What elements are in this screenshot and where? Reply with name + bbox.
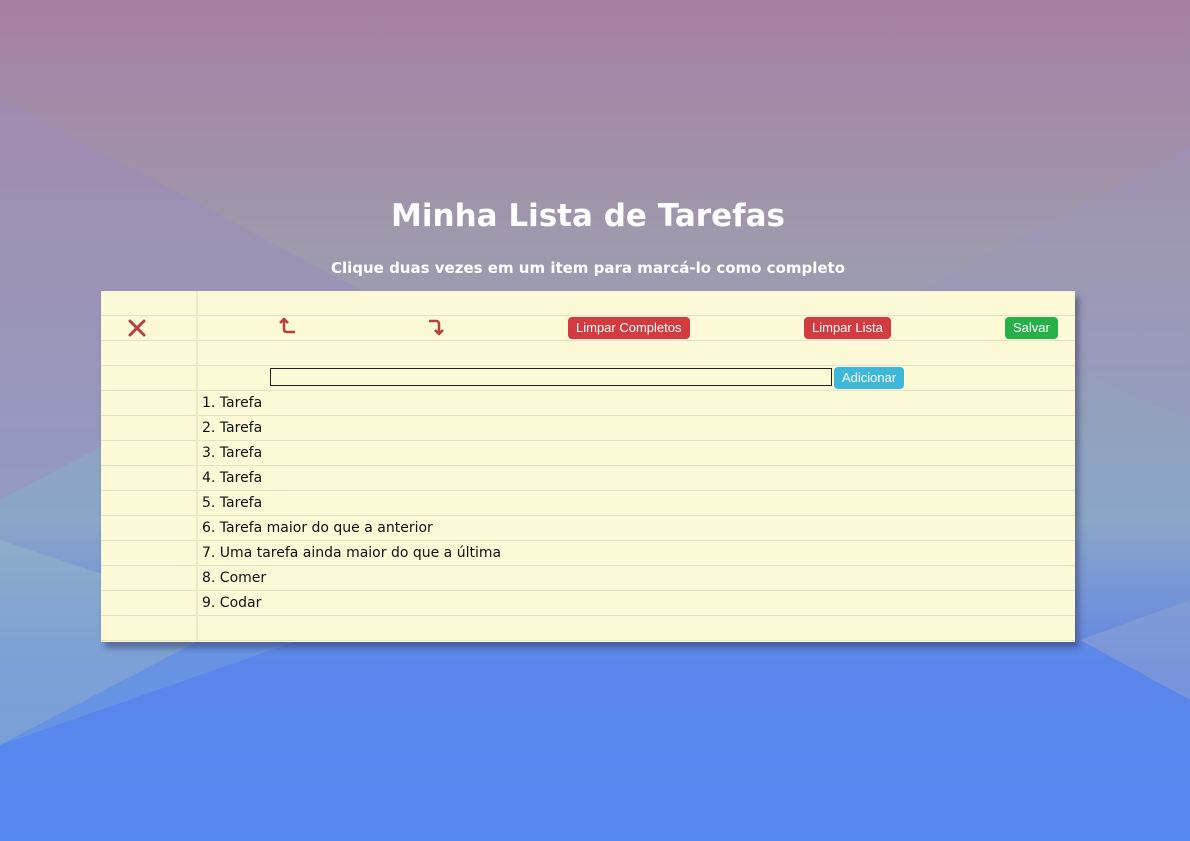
task-item[interactable]: 6. Tarefa maior do que a anterior: [202, 516, 501, 541]
task-item[interactable]: 2. Tarefa: [202, 416, 501, 441]
task-item[interactable]: 4. Tarefa: [202, 466, 501, 491]
close-icon: [128, 319, 146, 337]
clear-list-button[interactable]: Limpar Lista: [804, 317, 891, 339]
task-item[interactable]: 7. Uma tarefa ainda maior do que a últim…: [202, 541, 501, 566]
undo-arrow-icon: [279, 317, 295, 334]
undo-button[interactable]: [274, 314, 300, 340]
save-button[interactable]: Salvar: [1005, 317, 1058, 339]
task-item[interactable]: 9. Codar: [202, 591, 501, 616]
add-task-button[interactable]: Adicionar: [834, 367, 905, 389]
task-item[interactable]: 3. Tarefa: [202, 441, 501, 466]
task-item[interactable]: 1. Tarefa: [202, 391, 501, 416]
page-title: Minha Lista de Tarefas: [391, 198, 785, 234]
task-list: 1. Tarefa 2. Tarefa 3. Tarefa 4. Tarefa …: [202, 391, 501, 616]
redo-arrow-icon: [429, 319, 444, 336]
todo-paper: Limpar Completos Limpar Lista Salvar Adi…: [101, 291, 1075, 642]
new-task-input[interactable]: [270, 368, 832, 386]
redo-button[interactable]: [424, 314, 450, 340]
task-item[interactable]: 5. Tarefa: [202, 491, 501, 516]
page-subtitle: Clique duas vezes em um item para marcá-…: [330, 259, 846, 277]
task-item[interactable]: 8. Comer: [202, 566, 501, 591]
delete-button[interactable]: [124, 315, 150, 341]
clear-completed-button[interactable]: Limpar Completos: [568, 317, 690, 339]
